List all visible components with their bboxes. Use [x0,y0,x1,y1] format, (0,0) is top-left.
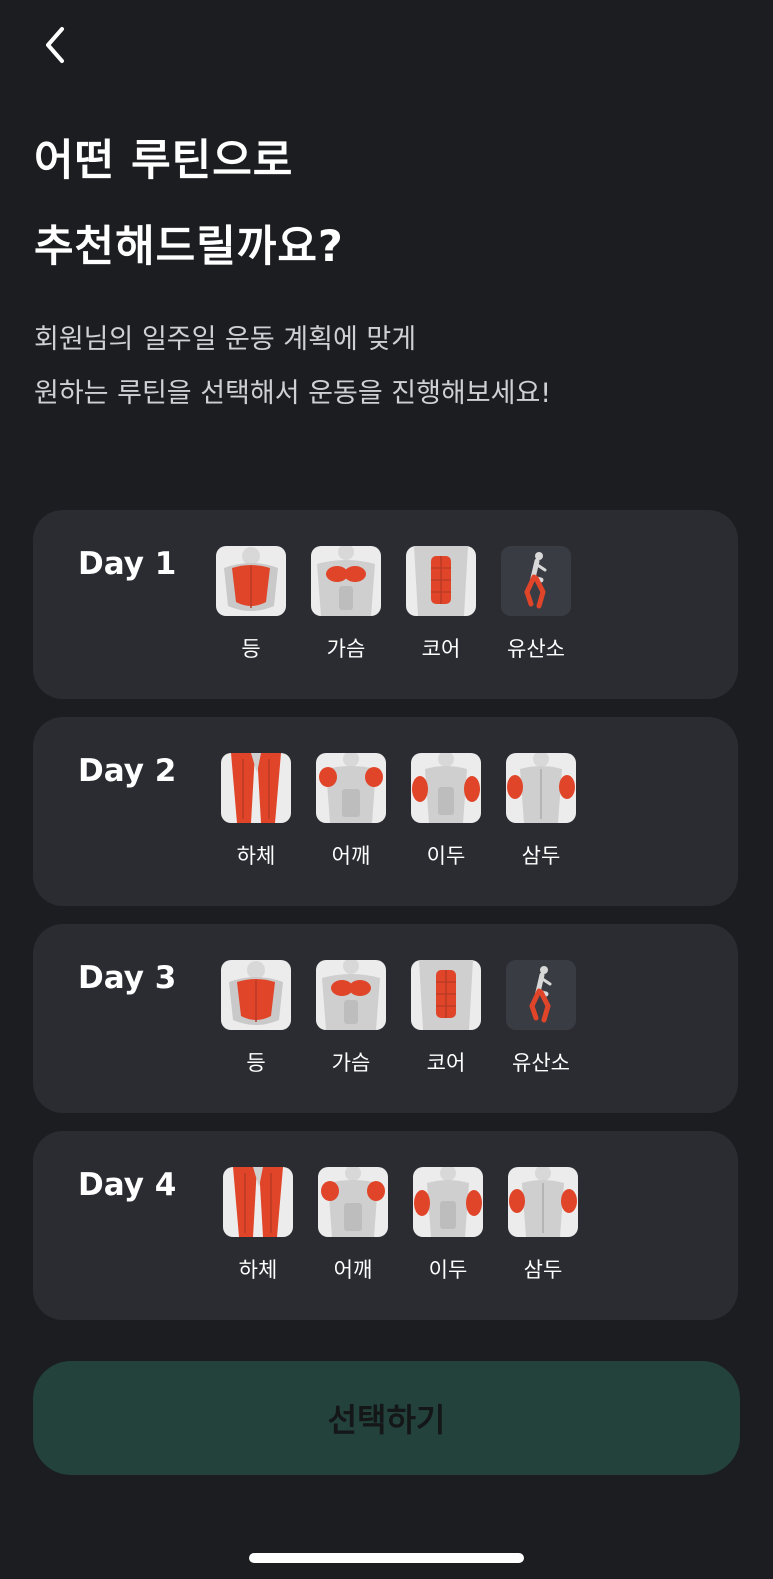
muscle-group-list: 등 가슴 코어 유산소 [221,960,576,1077]
muscle-label: 어깨 [333,1258,373,1282]
muscle-group-item: 가슴 [316,960,386,1077]
muscle-label: 유산소 [512,1051,570,1075]
legs-muscle-icon [223,1167,293,1237]
biceps-muscle-icon [411,753,481,823]
cardio-runner-icon [501,546,571,616]
muscle-label: 삼두 [523,1258,563,1282]
back-muscle-icon [221,960,291,1030]
routine-select-screen: 어떤 루틴으로 추천해드릴까요? 회원님의 일주일 운동 계획에 맞게 원하는 … [0,0,773,1579]
biceps-muscle-icon [413,1167,483,1237]
muscle-label: 하체 [236,844,276,868]
back-muscle-icon [216,546,286,616]
page-title: 어떤 루틴으로 추천해드릴까요? [34,118,344,290]
page-subtitle: 회원님의 일주일 운동 계획에 맞게 원하는 루틴을 선택해서 운동을 진행해보… [34,313,551,421]
muscle-group-item: 유산소 [501,546,571,663]
triceps-muscle-icon [506,753,576,823]
muscle-group-item: 코어 [406,546,476,663]
muscle-label: 가슴 [326,637,366,661]
core-muscle-icon [406,546,476,616]
muscle-group-item: 하체 [221,753,291,870]
subtitle-line-2: 원하는 루틴을 선택해서 운동을 진행해보세요! [34,378,552,409]
muscle-group-item: 유산소 [506,960,576,1077]
muscle-group-item: 삼두 [506,753,576,870]
muscle-label: 삼두 [521,844,561,868]
chest-muscle-icon [311,546,381,616]
muscle-group-list: 등 가슴 코어 유산소 [216,546,571,663]
muscle-label: 등 [246,1051,266,1075]
muscle-label: 유산소 [507,637,565,661]
muscle-group-item: 이두 [413,1167,483,1284]
day-label: Day 3 [78,960,177,996]
chest-muscle-icon [316,960,386,1030]
core-muscle-icon [411,960,481,1030]
muscle-group-list: 하체 어깨 이두 삼두 [221,753,576,870]
muscle-label: 가슴 [331,1051,371,1075]
day-label: Day 2 [78,753,177,789]
shoulder-muscle-icon [318,1167,388,1237]
shoulder-muscle-icon [316,753,386,823]
routine-card-day-3[interactable]: Day 3 등 가슴 코어 유산소 [33,924,738,1113]
routine-card-day-4[interactable]: Day 4 하체 어깨 이두 삼두 [33,1131,738,1320]
muscle-label: 어깨 [331,844,371,868]
title-line-2: 추천해드릴까요? [34,222,344,272]
home-indicator[interactable] [249,1553,524,1563]
muscle-label: 코어 [421,637,461,661]
muscle-label: 이두 [428,1258,468,1282]
cardio-runner-icon [506,960,576,1030]
routine-card-day-1[interactable]: Day 1 등 가슴 코어 유산소 [33,510,738,699]
muscle-group-item: 등 [221,960,291,1077]
muscle-label: 이두 [426,844,466,868]
muscle-label: 하체 [238,1258,278,1282]
muscle-group-item: 코어 [411,960,481,1077]
legs-muscle-icon [221,753,291,823]
routine-card-day-2[interactable]: Day 2 하체 어깨 이두 삼두 [33,717,738,906]
muscle-group-item: 어깨 [316,753,386,870]
muscle-group-item: 가슴 [311,546,381,663]
muscle-group-list: 하체 어깨 이두 삼두 [223,1167,578,1284]
muscle-group-item: 어깨 [318,1167,388,1284]
day-label: Day 1 [78,546,177,582]
back-button[interactable] [30,20,80,70]
title-line-1: 어떤 루틴으로 [34,136,294,186]
routine-card-list: Day 1 등 가슴 코어 유산소 Day 2 하체 어깨 이두 삼두 Day … [33,510,738,1338]
muscle-group-item: 이두 [411,753,481,870]
select-button[interactable]: 선택하기 [33,1361,740,1475]
triceps-muscle-icon [508,1167,578,1237]
chevron-left-icon [46,27,64,63]
muscle-group-item: 등 [216,546,286,663]
subtitle-line-1: 회원님의 일주일 운동 계획에 맞게 [34,324,417,355]
muscle-label: 코어 [426,1051,466,1075]
day-label: Day 4 [78,1167,177,1203]
muscle-group-item: 하체 [223,1167,293,1284]
muscle-label: 등 [241,637,261,661]
muscle-group-item: 삼두 [508,1167,578,1284]
